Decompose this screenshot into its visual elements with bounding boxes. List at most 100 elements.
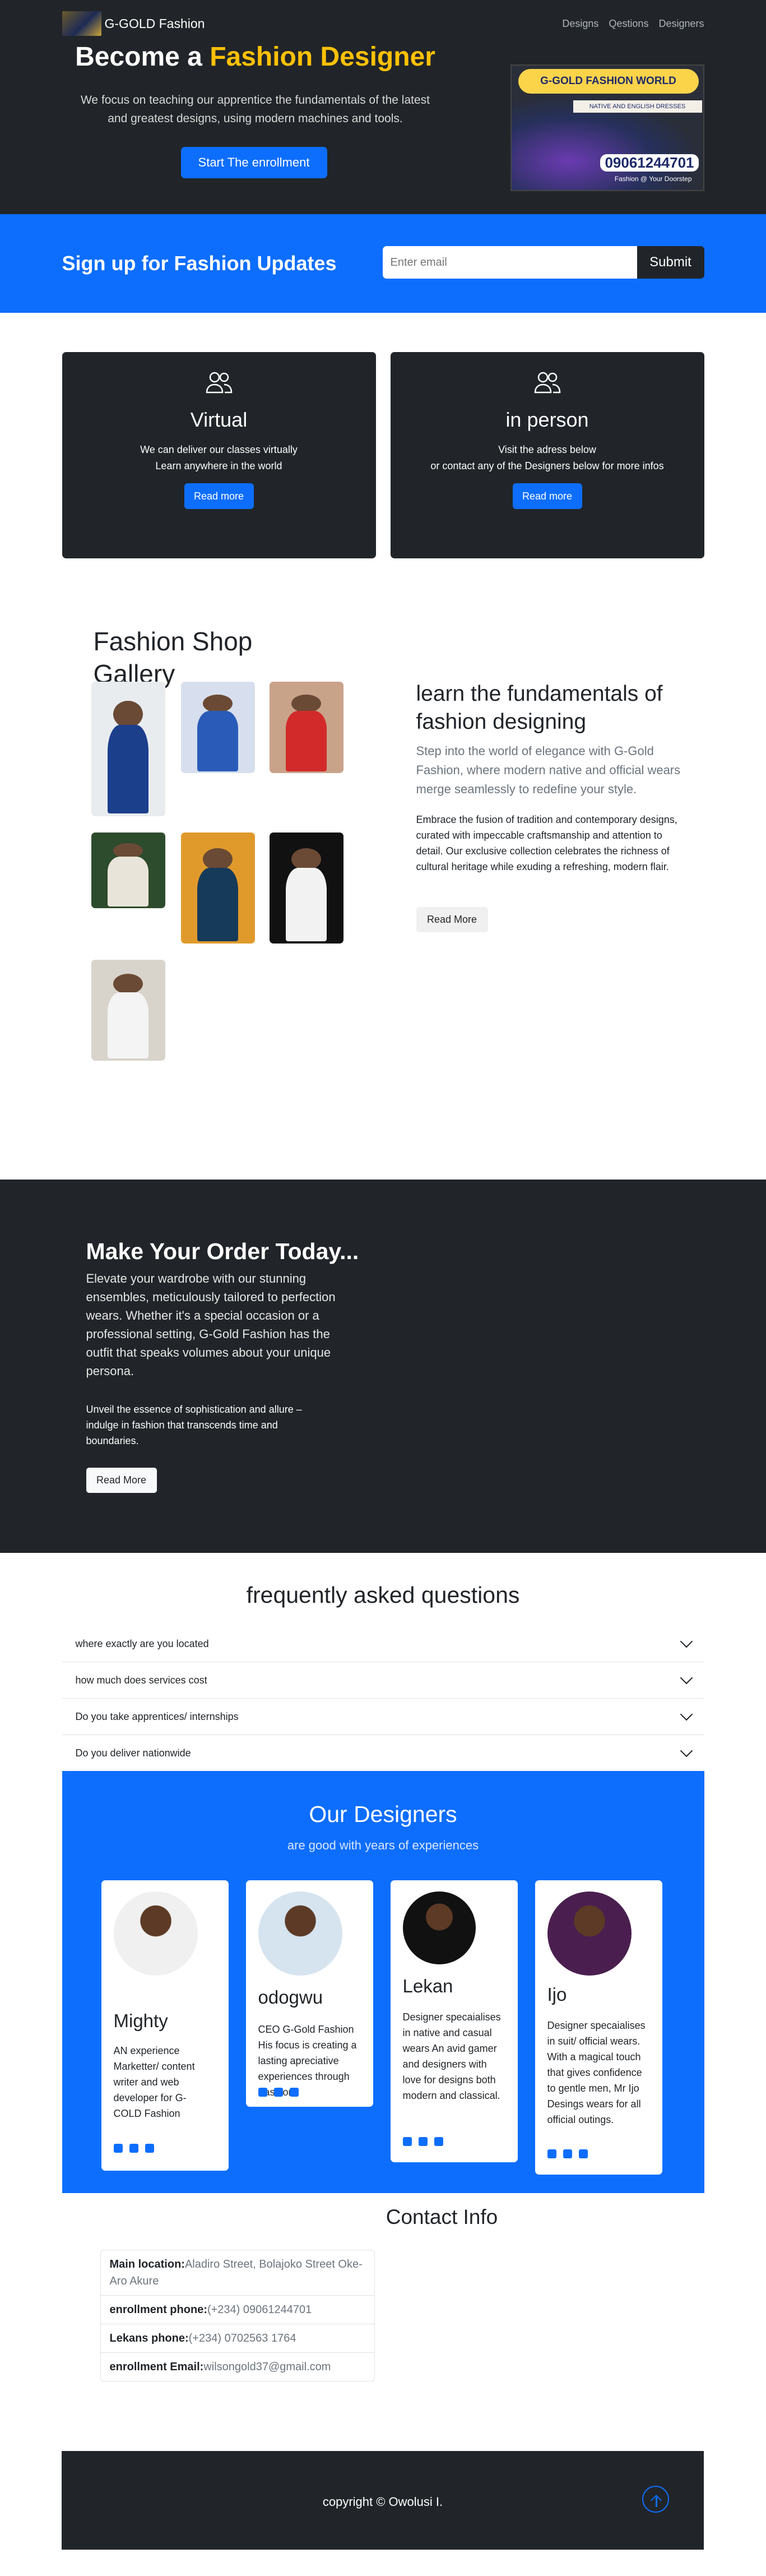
contact-label: Lekans phone: — [109, 2332, 189, 2344]
facebook-icon[interactable] — [273, 2088, 283, 2097]
facebook-icon[interactable] — [129, 2144, 138, 2153]
navbar: G-GOLD Fashion Designs Qestions Designer… — [62, 0, 704, 46]
faq-question: Do you deliver nationwide — [75, 1747, 191, 1759]
designers-title: Our Designers — [309, 1801, 457, 1827]
people-icon — [206, 372, 232, 394]
order-lead: Elevate your wardrobe with our stunning … — [86, 1271, 336, 1378]
designer-bio: Designer specaialises in native and casu… — [402, 2011, 501, 2101]
gallery-heading: learn the fundamentals of fashion design… — [416, 682, 663, 734]
designer-name: Ijo — [547, 1984, 567, 2005]
designer-card: odogwu CEO G-Gold Fashion His focus is c… — [245, 1880, 373, 2107]
faq-item[interactable]: where exactly are you located — [62, 1626, 704, 1662]
in-person-text: Visit the adress below or contact any of … — [391, 442, 704, 474]
twitter-icon[interactable] — [547, 2149, 556, 2158]
faq-title: frequently asked questions — [246, 1582, 520, 1608]
in-person-card: in person Visit the adress below or conta… — [390, 352, 704, 558]
hero: Become a Fashion Designer We focus on te… — [62, 42, 704, 214]
order-body: Unveil the essence of sophistication and… — [86, 1404, 302, 1446]
brand-name: G-GOLD Fashion — [104, 16, 205, 31]
gallery-image[interactable] — [180, 833, 255, 944]
submit-button[interactable]: Submit — [637, 246, 704, 279]
order-read-more-button[interactable]: Read More — [86, 1468, 157, 1493]
social-links — [258, 2088, 299, 2097]
footer: copyright © Owolusi I. — [62, 2451, 704, 2550]
contact-label: enrollment phone: — [109, 2304, 207, 2316]
nav-link-designers[interactable]: Designers — [658, 18, 704, 30]
faq-item[interactable]: Do you take apprentices/ internships — [62, 1699, 704, 1735]
gallery-image[interactable] — [269, 682, 343, 773]
virtual-read-more-button[interactable]: Read more — [184, 483, 254, 509]
top-section: G-GOLD Fashion Designs Qestions Designer… — [0, 0, 766, 214]
twitter-icon[interactable] — [113, 2144, 123, 2153]
gallery-image[interactable] — [91, 960, 165, 1061]
gallery-body: Embrace the fusion of tradition and cont… — [416, 814, 677, 872]
contact-value[interactable]: (+234) 0702563 1764 — [189, 2332, 296, 2344]
avatar — [547, 1891, 632, 1976]
faq-item[interactable]: how much does services cost — [62, 1662, 704, 1699]
gallery-image[interactable] — [269, 833, 343, 944]
in-person-line2: or contact any of the Designers below fo… — [430, 460, 664, 471]
faq-item[interactable]: Do you deliver nationwide — [62, 1735, 704, 1772]
gallery-title: Fashion Shop Gallery — [93, 627, 253, 688]
contact-label: Main location: — [109, 2258, 185, 2270]
instagram-icon[interactable] — [578, 2149, 588, 2158]
contact-row: Lekans phone:(+234) 0702563 1764 — [100, 2324, 374, 2353]
email-input[interactable] — [382, 246, 637, 279]
twitter-icon[interactable] — [258, 2088, 267, 2097]
gallery-image[interactable] — [91, 682, 165, 816]
in-person-line1: Visit the adress below — [498, 444, 596, 455]
designer-card: Ijo Designer specaialises in suit/ offic… — [535, 1880, 662, 2175]
hero-title: Become a Fashion Designer — [62, 41, 449, 72]
designer-bio: Designer specaialises in suit/ official … — [547, 2020, 646, 2125]
gallery-lead: Step into the world of elegance with G-G… — [416, 744, 681, 796]
nav-link-questions[interactable]: Qestions — [609, 18, 648, 30]
poster-subtitle: NATIVE AND ENGLISH DRESSES — [573, 100, 702, 113]
contact-value[interactable]: (+234) 09061244701 — [207, 2304, 312, 2316]
designer-card: Mighty AN experience Marketter/ content … — [101, 1880, 229, 2171]
hero-title-prefix: Become a — [75, 42, 210, 72]
order-section: Make Your Order Today... Elevate your wa… — [0, 1180, 766, 1553]
nav-links: Designs Qestions Designers — [562, 18, 704, 30]
gallery-image[interactable] — [91, 833, 165, 908]
class-options: Virtual We can deliver our classes virtu… — [62, 313, 704, 571]
facebook-icon[interactable] — [563, 2149, 572, 2158]
facebook-icon[interactable] — [418, 2137, 428, 2146]
gallery-read-more-button[interactable]: Read More — [416, 907, 488, 932]
avatar — [113, 1891, 198, 1976]
designers-subtitle: are good with years of experiences — [287, 1838, 479, 1852]
contact-title: Contact Info — [386, 2205, 498, 2228]
virtual-title: Virtual — [190, 408, 248, 431]
gallery-image[interactable] — [180, 682, 255, 773]
in-person-read-more-button[interactable]: Read more — [512, 483, 582, 509]
virtual-text: We can deliver our classes virtually Lear… — [62, 442, 376, 474]
avatar — [258, 1891, 342, 1976]
designers-section: Our Designers are good with years of exp… — [62, 1771, 704, 2193]
nav-link-designs[interactable]: Designs — [562, 18, 598, 30]
faq-question: how much does services cost — [75, 1675, 207, 1686]
twitter-icon[interactable] — [402, 2137, 412, 2146]
designer-bio: AN experience Marketter/ content writer … — [113, 2045, 195, 2119]
avatar — [402, 1891, 476, 1964]
instagram-icon[interactable] — [145, 2144, 154, 2153]
instagram-icon[interactable] — [434, 2137, 443, 2146]
instagram-icon[interactable] — [289, 2088, 299, 2097]
order-title: Make Your Order Today... — [86, 1238, 359, 1264]
signup-title: Sign up for Fashion Updates — [62, 252, 337, 275]
virtual-card: Virtual We can deliver our classes virtu… — [62, 352, 376, 558]
gallery-section: Fashion Shop Gallery learn the fundament… — [62, 571, 704, 1180]
scroll-to-top-icon[interactable] — [642, 2486, 669, 2513]
signup-section: Sign up for Fashion Updates Submit — [0, 214, 766, 313]
social-links — [113, 2144, 154, 2153]
start-enrollment-button[interactable]: Start The enrollment — [180, 147, 327, 178]
poster-phone: 09061244701 — [600, 154, 699, 172]
designer-name: Lekan — [402, 1976, 453, 1996]
virtual-line1: We can deliver our classes virtually — [140, 444, 298, 455]
poster-heading: G-GOLD FASHION WORLD — [518, 69, 699, 94]
contact-value[interactable]: wilsongold37@gmail.com — [203, 2361, 331, 2373]
faq-question: where exactly are you located — [75, 1638, 209, 1649]
contact-list: Main location:Aladiro Street, Bolajoko S… — [100, 2250, 375, 2381]
people-icon — [534, 372, 560, 394]
faq-question: Do you take apprentices/ internships — [75, 1711, 239, 1722]
hero-poster-image: G-GOLD FASHION WORLD NATIVE AND ENGLISH … — [510, 64, 704, 191]
brand[interactable]: G-GOLD Fashion — [62, 11, 205, 36]
